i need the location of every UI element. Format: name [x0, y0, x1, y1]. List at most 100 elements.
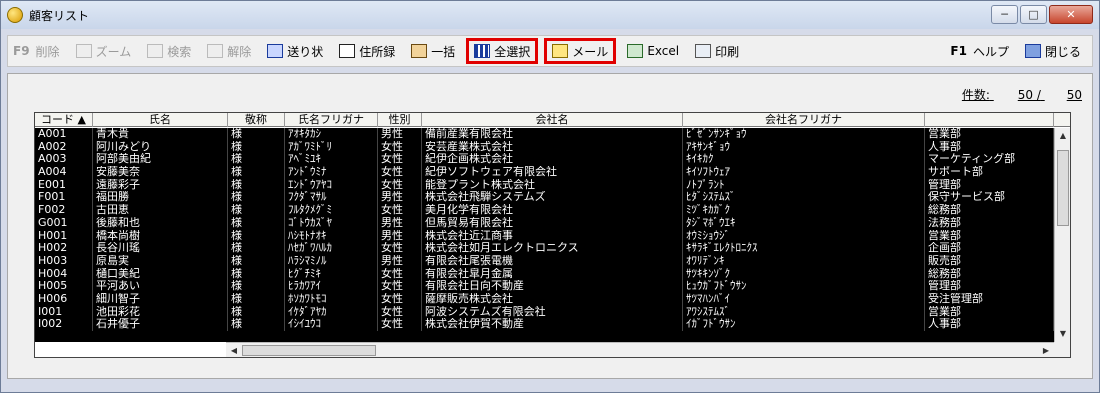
close-label: 閉じる	[1044, 44, 1081, 59]
table-row[interactable]: H005 平河あい様ﾋﾗｶﾜｱｲ 女性 有限会社日向不動産 ﾋｭｳｶﾞﾌﾄﾞｳｻﾝ 管理部	[35, 280, 1054, 293]
cell-department: 営業部	[925, 305, 1054, 319]
address-book-button[interactable]: 住所録	[334, 39, 400, 63]
customer-list-window: 顧客リスト ─ □ ✕ F9 削除 ズーム 検索 解除 送り状 住所録 一括 全…	[0, 0, 1100, 393]
cell-name-kana: ﾎｿｶﾜﾄﾓｺ	[285, 292, 378, 306]
scroll-down-icon[interactable]: ▼	[1055, 326, 1070, 342]
help-button[interactable]: F1 ヘルプ	[945, 39, 1014, 63]
minimize-button[interactable]: ─	[991, 5, 1018, 24]
cell-code: E001	[35, 178, 93, 192]
cell-gender: 男性	[378, 216, 422, 230]
cell-gender: 女性	[378, 318, 422, 331]
delete-button[interactable]: F9 削除	[8, 39, 65, 63]
scroll-right-icon[interactable]: ▶	[1038, 343, 1054, 357]
search-label: 検索	[167, 44, 192, 59]
cell-code: A003	[35, 153, 93, 167]
cell-department: 営業部	[925, 229, 1054, 243]
cell-company: 安芸産業株式会社	[422, 140, 683, 154]
maximize-button[interactable]: □	[1020, 5, 1047, 24]
zoom-button[interactable]: ズーム	[71, 39, 137, 63]
select-all-button[interactable]: 全選択	[466, 38, 539, 64]
batch-button[interactable]: 一括	[406, 39, 460, 63]
table-row[interactable]: I001 池田彩花様ｲｹﾀﾞｱﾔｶ 女性 阿波システムズ有限会社 ｱﾜｼｽﾃﾑｽﾞ 営業部	[35, 305, 1054, 319]
cell-name-kana: ﾊﾗｼﾏﾐﾉﾙ	[285, 254, 378, 268]
cell-company-kana: ｵﾜﾘﾃﾞﾝｷ	[683, 254, 925, 268]
cell-honorific: 様	[228, 216, 285, 230]
column-header-code[interactable]: コード ▲	[35, 113, 93, 127]
vertical-scroll-thumb[interactable]	[1057, 150, 1069, 226]
table-row[interactable]: H006 細川智子様ﾎｿｶﾜﾄﾓｺ 女性 薩摩販売株式会社 ｻﾂﾏﾊﾝﾊﾞｲ 受注管理部	[35, 292, 1054, 306]
table-row[interactable]: H003 原島実様ﾊﾗｼﾏﾐﾉﾙ 男性 有限会社尾張電機 ｵﾜﾘﾃﾞﾝｷ 販売部	[35, 254, 1054, 268]
cell-code: G001	[35, 216, 93, 230]
cell-gender: 女性	[378, 166, 422, 179]
cell-gender: 男性	[378, 229, 422, 243]
close-window-button[interactable]: ✕	[1049, 5, 1093, 24]
mail-button[interactable]: メール	[544, 38, 617, 64]
cell-company-kana: ｷｲｿﾌﾄｳｪｱ	[683, 166, 925, 179]
cell-code: I002	[35, 318, 93, 331]
table-row[interactable]: E001 遠藤彩子様ｴﾝﾄﾞｳｱﾔｺ 女性 能登プラント株式会社 ﾉﾄﾌﾟﾗﾝﾄ 管理部	[35, 178, 1054, 192]
column-header-name[interactable]: 氏名	[93, 113, 228, 127]
column-header-gender[interactable]: 性別	[378, 113, 422, 127]
vertical-scrollbar[interactable]: ▲ ▼	[1054, 128, 1070, 342]
cell-company: 阿波システムズ有限会社	[422, 305, 683, 319]
column-header-company-kana[interactable]: 会社名フリガナ	[683, 113, 925, 127]
cell-department: 総務部	[925, 267, 1054, 281]
column-header-honorific[interactable]: 敬称	[228, 113, 285, 127]
cell-honorific: 様	[228, 153, 285, 167]
grid-icon	[474, 44, 491, 58]
cell-company: 有限会社尾張電機	[422, 254, 683, 268]
cell-department: 販売部	[925, 254, 1054, 268]
cell-department: 管理部	[925, 178, 1054, 192]
table-row[interactable]: A001 青木貴様ｱｵｷﾀｶｼ 男性 備前産業有限会社 ﾋﾞｾﾞﾝｻﾝｷﾞｮｳ 営業部	[35, 128, 1054, 141]
horizontal-scrollbar[interactable]: ◀ ▶	[226, 342, 1054, 357]
title-bar[interactable]: 顧客リスト ─ □ ✕	[1, 1, 1099, 29]
cell-code: H001	[35, 229, 93, 243]
cell-honorific: 様	[228, 305, 285, 319]
excel-button[interactable]: Excel	[622, 39, 684, 63]
scroll-left-icon[interactable]: ◀	[226, 343, 242, 357]
table-row[interactable]: I002 石井優子様ｲｼｲﾕｳｺ 女性 株式会社伊賀不動産 ｲｶﾞﾌﾄﾞｳｻﾝ 人事部	[35, 318, 1054, 331]
cell-code: H005	[35, 280, 93, 293]
search-icon	[147, 44, 164, 58]
cell-company: 紀伊ソフトウェア有限会社	[422, 166, 683, 179]
column-header-department[interactable]	[925, 113, 1054, 127]
cell-department: 法務部	[925, 216, 1054, 230]
search-button[interactable]: 検索	[142, 39, 196, 63]
cell-name: 福田勝	[93, 191, 228, 205]
table-row[interactable]: H004 樋口美紀様ﾋｸﾞﾁﾐｷ 女性 有限会社皐月金属 ｻﾂｷｷﾝｿﾞｸ 総務部	[35, 267, 1054, 281]
cell-company-kana: ｻﾂﾏﾊﾝﾊﾞｲ	[683, 292, 925, 306]
cell-code: A001	[35, 128, 93, 141]
clipboard-icon	[411, 44, 428, 58]
delete-label: 削除	[35, 44, 60, 59]
cell-name: 後藤和也	[93, 216, 228, 230]
close-button[interactable]: 閉じる	[1020, 39, 1086, 63]
cell-company: 美月化学有限会社	[422, 204, 683, 217]
table-row[interactable]: A004 安藤美奈様ｱﾝﾄﾞｳﾐﾅ 女性 紀伊ソフトウェア有限会社 ｷｲｿﾌﾄｳｪｱ サポ…	[35, 166, 1054, 179]
table-row[interactable]: H001 橋本尚樹様ﾊｼﾓﾄﾅｵｷ 男性 株式会社近江商事 ｵｳﾐｼｮｳｼﾞ 営業部	[35, 229, 1054, 243]
table-row[interactable]: F002 古田恵様ﾌﾙﾀｸﾒｸﾞﾐ 女性 美月化学有限会社 ﾐﾂﾞｷｶｶﾞｸ 総務部	[35, 204, 1054, 217]
list-panel: 件数: 50 / 50 コード ▲ 氏名 敬称 氏名フリガナ 性別 会社名 会社名フリガナ …	[7, 73, 1093, 379]
table-row[interactable]: F001 福田勝様ﾌｸﾀﾞﾏｻﾙ 男性 株式会社飛騨システムズ ﾋﾀﾞｼｽﾃﾑｽﾞ 保守サ…	[35, 191, 1054, 205]
cell-company-kana: ﾉﾄﾌﾟﾗﾝﾄ	[683, 178, 925, 192]
column-header-company[interactable]: 会社名	[422, 113, 683, 127]
cell-name-kana: ｱﾝﾄﾞｳﾐﾅ	[285, 166, 378, 179]
scroll-up-icon[interactable]: ▲	[1055, 128, 1070, 144]
table-row[interactable]: G001 後藤和也様ｺﾞﾄｳｶｽﾞﾔ 男性 但馬貿易有限会社 ﾀｼﾞﾏﾎﾞｳｴｷ 法務部	[35, 216, 1054, 230]
table-row[interactable]: A002 阿川みどり様ｱｶﾞﾜﾐﾄﾞﾘ 女性 安芸産業株式会社 ｱｷｻﾝｷﾞｮｳ 人事部	[35, 140, 1054, 154]
cell-code: H003	[35, 254, 93, 268]
column-header-name-kana[interactable]: 氏名フリガナ	[285, 113, 378, 127]
cell-honorific: 様	[228, 191, 285, 205]
table-row[interactable]: A003 阿部美由紀様ｱﾍﾞﾐﾕｷ 女性 紀伊企画株式会社 ｷｲｷｶｸ マーケティング部	[35, 153, 1054, 167]
cell-gender: 女性	[378, 267, 422, 281]
cell-honorific: 様	[228, 204, 285, 217]
cell-honorific: 様	[228, 140, 285, 154]
table-row[interactable]: H002 長谷川瑤様ﾊｾｶﾞﾜﾊﾙｶ 女性 株式会社如月エレクトロニクス ｷｻﾗｷﾞｴﾚ…	[35, 242, 1054, 255]
cancel-search-button[interactable]: 解除	[202, 39, 256, 63]
cell-department: 営業部	[925, 128, 1054, 141]
grid-body[interactable]: A001 青木貴様ｱｵｷﾀｶｼ 男性 備前産業有限会社 ﾋﾞｾﾞﾝｻﾝｷﾞｮｳ 営業部 A0…	[35, 128, 1054, 342]
horizontal-scroll-thumb[interactable]	[242, 345, 376, 356]
print-button[interactable]: 印刷	[690, 39, 744, 63]
cell-name-kana: ﾌﾙﾀｸﾒｸﾞﾐ	[285, 204, 378, 217]
cell-company-kana: ﾐﾂﾞｷｶｶﾞｸ	[683, 204, 925, 217]
invoice-button[interactable]: 送り状	[262, 39, 328, 63]
